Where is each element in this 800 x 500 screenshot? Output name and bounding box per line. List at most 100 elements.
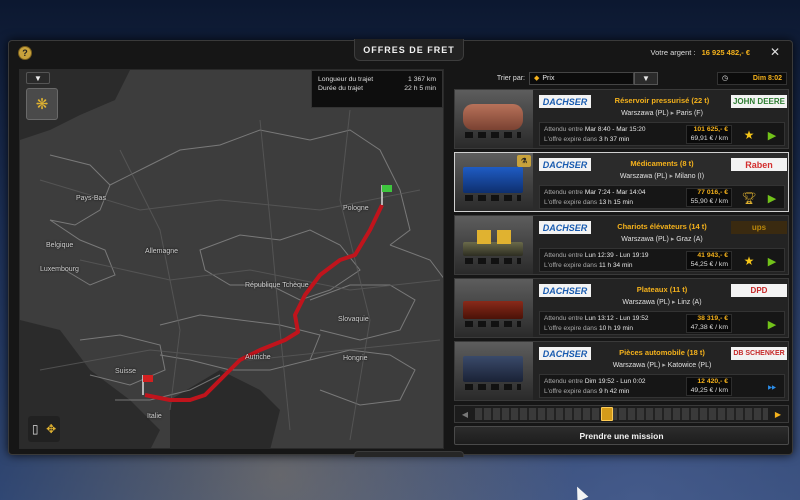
offer-details: Attendu entre Mar 7:24 - Mar 14:04 L'off…: [539, 185, 785, 209]
accept-offer-button[interactable]: ⏩︎: [762, 379, 782, 395]
play-icon: ▶: [767, 192, 777, 205]
flatbed-forklift-image: [463, 242, 523, 256]
company-logo: DACHSER: [539, 347, 591, 360]
trailer-thumbnail: ⚗: [455, 153, 533, 211]
trailer-thumbnail: [455, 279, 533, 337]
trailer-wheels: [465, 195, 521, 201]
offer-route: Warszawa (PL) ▸ Paris (F): [597, 109, 727, 117]
tank-trailer-image: [463, 104, 523, 130]
offer-info: DACHSER Médicaments (8 t) Raben Warszawa…: [537, 155, 787, 211]
route-arrow-icon: ▸: [670, 236, 675, 243]
fast-forward-icon: ⏩︎: [767, 380, 777, 393]
offers-scrollbar[interactable]: ◀ ▶: [454, 405, 789, 423]
flatbed-trailer-image: [463, 301, 523, 319]
offer-price: 41 943,- € 54,25 € / km: [686, 251, 732, 270]
take-mission-button[interactable]: Prendre une mission: [454, 426, 789, 445]
map-label-slovaquie: Slovaquie: [338, 316, 369, 323]
trailer-thumbnail: [455, 90, 533, 148]
client-logo: JOHN DEERE: [731, 95, 787, 108]
accept-offer-button[interactable]: ▶: [762, 190, 782, 206]
route-duration-value: 22 h 5 min: [404, 85, 436, 92]
scroll-left-icon[interactable]: ◀: [455, 406, 475, 422]
star-icon[interactable]: ★: [738, 126, 760, 144]
offer-item[interactable]: DACHSER Plateaux (11 t) DPD Warszawa (PL…: [454, 278, 789, 338]
expire-value: 9 h 42 min: [598, 388, 630, 395]
cargo-name: Réservoir pressurisé (22 t): [614, 96, 710, 105]
offer-item-selected[interactable]: ⚗ DACHSER Médicaments (8 t) Raben Warsza…: [454, 152, 789, 212]
offer-item[interactable]: DACHSER Chariots élévateurs (14 t) ups W…: [454, 215, 789, 275]
offer-item[interactable]: DACHSER Pièces automobile (18 t) DB SCHE…: [454, 341, 789, 401]
trailer-wheels: [465, 258, 521, 264]
company-logo: DACHSER: [539, 284, 591, 297]
route-origin: Warszawa (PL): [612, 362, 661, 369]
scroll-track[interactable]: [475, 407, 768, 421]
expire-value: 10 h 19 min: [598, 325, 633, 332]
play-icon: ▶: [767, 255, 777, 268]
route-destination: Katowice (PL): [667, 362, 712, 369]
offer-info: DACHSER Chariots élévateurs (14 t) ups W…: [537, 218, 787, 274]
expire-label: L'offre expire dans: [544, 388, 598, 395]
offer-route: Warszawa (PL) ▸ Graz (A): [597, 235, 727, 243]
sort-dropdown-button[interactable]: ▼: [634, 71, 658, 85]
forklift-shape: [477, 230, 491, 244]
expire-label: L'offre expire dans: [544, 136, 598, 143]
map-filter-button[interactable]: ❋: [26, 88, 58, 120]
play-icon: ▶: [767, 129, 777, 142]
offer-details: Attendu entre Lun 13:12 - Lun 19:52 L'of…: [539, 311, 785, 335]
price-rate: 54,25 € / km: [690, 260, 728, 268]
route-info-box: Longueur du trajet 1 367 km Durée du tra…: [311, 70, 443, 108]
map-label-rep-tcheque: République Tchèque: [245, 282, 309, 289]
wait-label: Attendu entre: [544, 189, 584, 196]
expire-value: 13 h 15 min: [598, 199, 633, 206]
wait-label: Attendu entre: [544, 252, 584, 259]
price-rate: 47,38 € / km: [690, 323, 728, 331]
map-label-autriche: Autriche: [245, 354, 271, 361]
accept-offer-button[interactable]: ▶: [762, 316, 782, 332]
map-controls[interactable]: ▯ ✥: [28, 416, 60, 442]
sort-label: Trier par:: [496, 74, 525, 82]
map-label-luxembourg: Luxembourg: [40, 266, 79, 273]
route-origin: Warszawa (PL): [621, 110, 669, 117]
accept-offer-button[interactable]: ▶: [762, 127, 782, 143]
expire-value: 11 h 34 min: [598, 262, 633, 269]
offer-item[interactable]: DACHSER Réservoir pressurisé (22 t) JOHN…: [454, 89, 789, 149]
offer-price: 38 319,- € 47,38 € / km: [686, 314, 732, 333]
wait-label: Attendu entre: [544, 315, 584, 322]
cargo-name: Médicaments (8 t): [630, 159, 694, 168]
window-title: OFFRES DE FRET: [354, 39, 464, 61]
route-length-label: Longueur du trajet: [318, 76, 374, 83]
freight-offers-window: ? OFFRES DE FRET Votre argent : 16 925 4…: [8, 39, 793, 457]
route-arrow-icon: ▸: [671, 299, 676, 306]
scroll-thumb[interactable]: [601, 407, 613, 421]
cargo-name: Pièces automobile (18 t): [619, 348, 705, 357]
offer-price: 101 625,- € 69,91 € / km: [686, 125, 732, 144]
help-icon[interactable]: ?: [18, 46, 32, 60]
expire-label: L'offre expire dans: [544, 199, 598, 206]
trophy-icon[interactable]: 🏆︎: [738, 189, 760, 207]
accept-offer-button[interactable]: ▶: [762, 253, 782, 269]
mouse-icon: ▯: [31, 422, 39, 436]
route-arrow-icon: ▸: [662, 362, 666, 369]
map-label-pologne: Pologne: [343, 205, 369, 212]
price-rate: 49,25 € / km: [690, 386, 728, 394]
wait-value: Mar 8:40 - Mar 15:20: [584, 126, 646, 133]
close-icon[interactable]: ✕: [770, 45, 780, 59]
trailer-thumbnail: [455, 216, 533, 274]
star-icon[interactable]: ★: [738, 252, 760, 270]
offer-price: 12 420,- € 49,25 € / km: [686, 377, 732, 396]
route-duration-label: Durée du trajet: [318, 85, 363, 92]
offer-info: DACHSER Réservoir pressurisé (22 t) JOHN…: [537, 92, 787, 148]
client-logo: Raben: [731, 158, 787, 171]
company-logo: DACHSER: [539, 221, 591, 234]
route-origin: Warszawa (PL): [621, 236, 669, 243]
price-total: 41 943,- €: [697, 252, 728, 259]
client-logo: DPD: [731, 284, 787, 297]
sort-select[interactable]: ◆ Prix: [529, 71, 634, 85]
map-collapse-button[interactable]: ▼: [26, 72, 50, 84]
route-map[interactable]: Pays-Bas Belgique Luxembourg Allemagne P…: [19, 69, 444, 449]
route-arrow-icon: ▸: [669, 173, 673, 180]
scroll-right-icon[interactable]: ▶: [768, 406, 788, 422]
map-label-allemagne: Allemagne: [145, 248, 179, 255]
cargo-name: Plateaux (11 t): [636, 285, 688, 294]
route-length-value: 1 367 km: [408, 76, 436, 83]
